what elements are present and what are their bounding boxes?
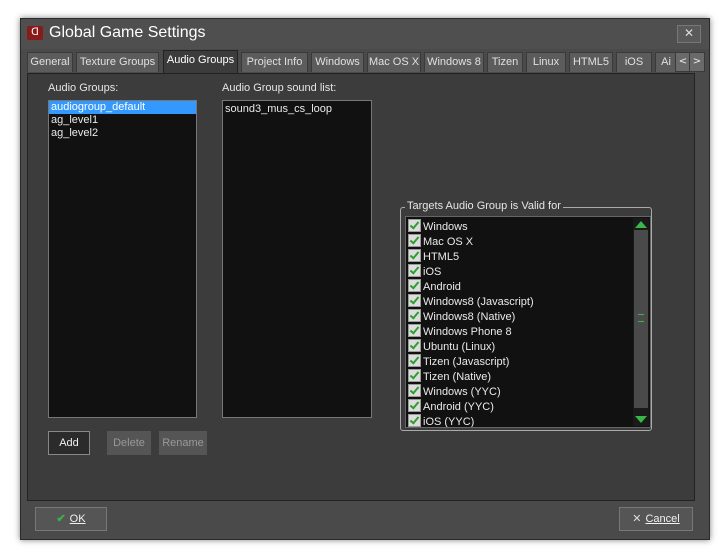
add-button[interactable]: Add (48, 431, 90, 455)
list-item[interactable]: ag_level2 (49, 127, 196, 140)
checkmark-icon: ✔ (56, 513, 66, 525)
list-item[interactable]: audiogroup_default (49, 101, 196, 114)
checkbox-checked-icon[interactable] (408, 309, 421, 322)
target-checkbox[interactable]: iOS (408, 264, 441, 279)
tab-mac-os-x[interactable]: Mac OS X (367, 52, 421, 72)
target-checkbox[interactable]: Windows (408, 219, 468, 234)
targets-checklist[interactable]: Windows Mac OS X HTML5 iOS Android Windo… (405, 216, 651, 428)
checkbox-checked-icon[interactable] (408, 324, 421, 337)
target-checkbox[interactable]: Tizen (Native) (408, 369, 491, 384)
checkbox-checked-icon[interactable] (408, 414, 421, 427)
tab-ios[interactable]: iOS (616, 52, 652, 72)
list-item[interactable]: ag_level1 (49, 114, 196, 127)
tab-bar: General Texture Groups Audio Groups Proj… (27, 50, 705, 73)
target-checkbox[interactable]: Ubuntu (Linux) (408, 339, 495, 354)
checkbox-checked-icon[interactable] (408, 279, 421, 292)
scroll-down-arrow-icon[interactable] (635, 416, 647, 423)
tab-scroll-right-button[interactable]: > (689, 52, 705, 72)
ok-button[interactable]: ✔ OK (35, 507, 107, 531)
target-checkbox[interactable]: Tizen (Javascript) (408, 354, 509, 369)
checkbox-checked-icon[interactable] (408, 354, 421, 367)
app-logo-icon: ᗡ (27, 26, 43, 40)
sound-list[interactable]: sound3_mus_cs_loop (222, 100, 372, 418)
global-game-settings-window: ᗡ Global Game Settings ✕ General Texture… (20, 18, 710, 540)
rename-button[interactable]: Rename (159, 431, 207, 455)
tab-texture-groups[interactable]: Texture Groups (76, 52, 159, 72)
checkbox-checked-icon[interactable] (408, 219, 421, 232)
targets-title: Targets Audio Group is Valid for (405, 200, 563, 212)
cancel-x-icon: ✕ (632, 513, 642, 525)
tab-html5[interactable]: HTML5 (569, 52, 613, 72)
audio-groups-panel: Audio Groups: audiogroup_default ag_leve… (27, 73, 695, 501)
audio-groups-list[interactable]: audiogroup_default ag_level1 ag_level2 (48, 100, 197, 418)
target-checkbox[interactable]: Mac OS X (408, 234, 473, 249)
checkbox-checked-icon[interactable] (408, 339, 421, 352)
sound-list-label: Audio Group sound list: (222, 82, 337, 94)
delete-button[interactable]: Delete (107, 431, 151, 455)
checkbox-checked-icon[interactable] (408, 249, 421, 262)
checkbox-checked-icon[interactable] (408, 234, 421, 247)
scroll-up-arrow-icon[interactable] (635, 221, 647, 228)
tab-tizen[interactable]: Tizen (487, 52, 523, 72)
tab-general[interactable]: General (27, 52, 73, 72)
tab-android-partial[interactable]: Ai (655, 52, 677, 72)
target-checkbox[interactable]: Android (408, 279, 461, 294)
tab-project-info[interactable]: Project Info (241, 52, 308, 72)
tab-windows[interactable]: Windows (311, 52, 364, 72)
target-checkbox[interactable]: Windows8 (Native) (408, 309, 515, 324)
scroll-thumb[interactable] (634, 230, 648, 408)
title-bar: ᗡ Global Game Settings ✕ (21, 19, 709, 49)
target-checkbox[interactable]: Android (YYC) (408, 399, 494, 414)
target-checkbox[interactable]: Windows (YYC) (408, 384, 501, 399)
checkbox-checked-icon[interactable] (408, 399, 421, 412)
target-checkbox[interactable]: Windows Phone 8 (408, 324, 512, 339)
target-checkbox[interactable]: Windows8 (Javascript) (408, 294, 534, 309)
tab-audio-groups[interactable]: Audio Groups (163, 50, 238, 73)
checkbox-checked-icon[interactable] (408, 384, 421, 397)
cancel-button[interactable]: ✕ Cancel (619, 507, 693, 531)
checkbox-checked-icon[interactable] (408, 264, 421, 277)
close-button[interactable]: ✕ (677, 25, 701, 43)
list-item[interactable]: sound3_mus_cs_loop (223, 103, 371, 116)
checkbox-checked-icon[interactable] (408, 294, 421, 307)
tab-windows-8[interactable]: Windows 8 (424, 52, 484, 72)
targets-scrollbar[interactable] (633, 218, 649, 426)
audio-groups-label: Audio Groups: (48, 82, 119, 94)
grip-icon (638, 314, 644, 322)
target-checkbox[interactable]: HTML5 (408, 249, 459, 264)
window-title: Global Game Settings (49, 24, 206, 41)
tab-linux[interactable]: Linux (526, 52, 566, 72)
targets-groupbox: Targets Audio Group is Valid for Windows… (400, 200, 652, 431)
target-checkbox[interactable]: iOS (YYC) (408, 414, 474, 427)
checkbox-checked-icon[interactable] (408, 369, 421, 382)
